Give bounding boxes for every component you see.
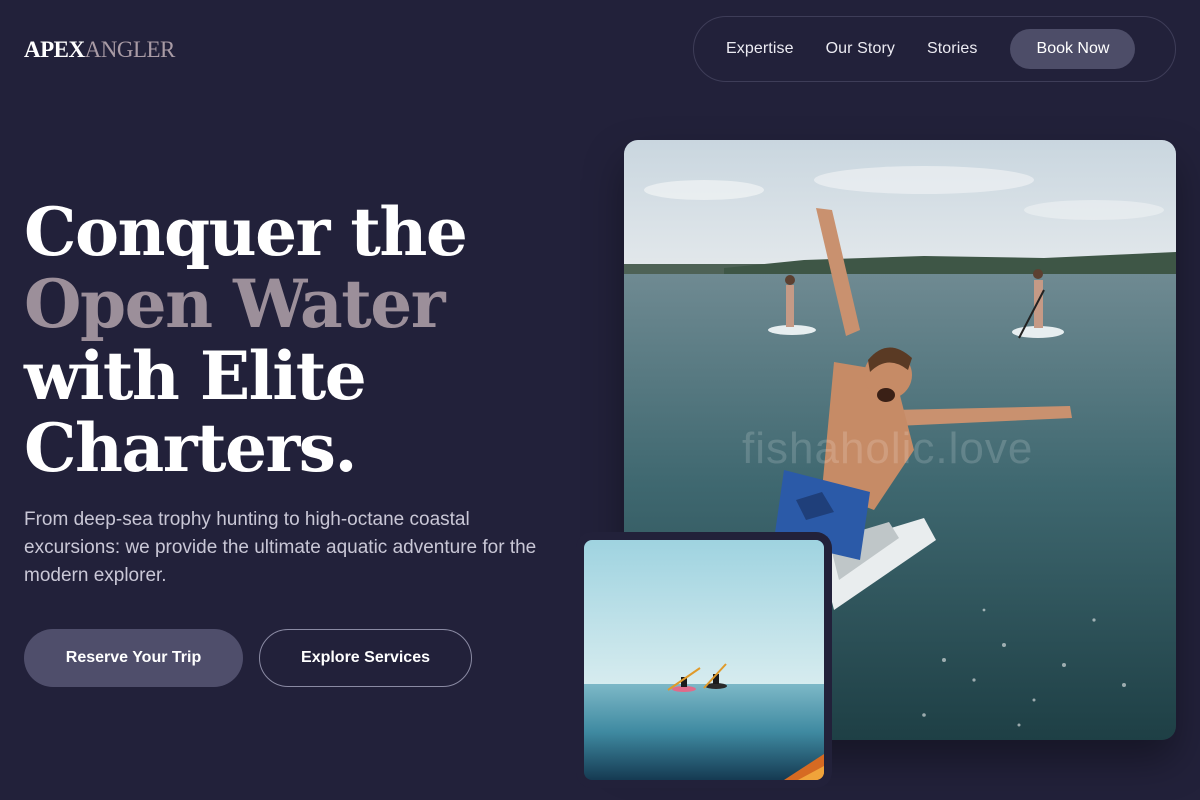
nav-link-stories[interactable]: Stories	[927, 40, 978, 58]
hero-subtitle: From deep-sea trophy hunting to high-oct…	[24, 509, 537, 586]
kayak-photo	[584, 540, 824, 780]
book-now-button[interactable]: Book Now	[1010, 29, 1136, 69]
reserve-trip-button[interactable]: Reserve Your Trip	[24, 629, 243, 687]
hero-headline: Conquer the Open Water with Elite Charte…	[24, 193, 468, 487]
brand-logo-part2: ANGLER	[84, 37, 176, 62]
brand-logo[interactable]: APEXANGLER	[24, 36, 175, 64]
photo-watermark: fishaholic.love	[742, 424, 1034, 473]
headline-line-3: with Elite	[24, 337, 367, 415]
headline-accent: Open Water	[24, 265, 446, 343]
top-nav: Expertise Our Story Stories Book Now	[693, 16, 1176, 82]
headline-line-1: Conquer the	[24, 193, 468, 271]
headline-line-4: Charters.	[24, 409, 357, 487]
brand-logo-part1: APEX	[24, 37, 85, 62]
explore-services-button[interactable]: Explore Services	[259, 629, 472, 687]
landing-page: APEXANGLER Expertise Our Story Stories B…	[0, 0, 1200, 800]
nav-link-expertise[interactable]: Expertise	[726, 40, 794, 58]
nav-link-our-story[interactable]: Our Story	[826, 40, 895, 58]
